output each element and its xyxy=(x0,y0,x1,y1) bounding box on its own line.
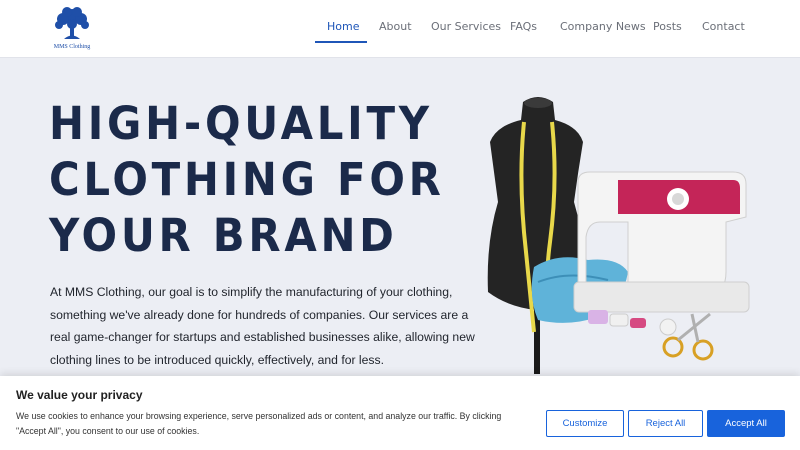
cookie-consent-banner: We value your privacy We use cookies to … xyxy=(0,376,800,450)
reject-all-button[interactable]: Reject All xyxy=(628,410,703,437)
nav-home[interactable]: Home xyxy=(327,20,359,33)
cookie-description: We use cookies to enhance your browsing … xyxy=(16,411,502,436)
nav-our-services[interactable]: Our Services xyxy=(431,20,501,33)
site-header: MMS Clothing Home About Our Services FAQ… xyxy=(0,0,800,58)
nav-company-news[interactable]: Company News xyxy=(560,20,646,33)
nav-faqs[interactable]: FAQs xyxy=(510,20,537,33)
hero-description: At MMS Clothing, our goal is to simplify… xyxy=(50,285,475,367)
hero-title: HIGH-QUALITY CLOTHING FOR YOUR BRAND xyxy=(49,96,445,264)
site-logo[interactable]: MMS Clothing xyxy=(47,6,97,54)
active-nav-indicator xyxy=(315,41,367,43)
tree-logo-icon xyxy=(55,7,89,39)
customize-button[interactable]: Customize xyxy=(546,410,624,437)
hero-title-line-1: HIGH-QUALITY xyxy=(49,97,433,150)
hero-title-line-2: CLOTHING FOR xyxy=(49,153,445,206)
cookie-title: We value your privacy xyxy=(16,388,143,402)
hero-title-line-3: YOUR BRAND xyxy=(49,209,398,262)
nav-posts[interactable]: Posts xyxy=(653,20,682,33)
mannequin-sewing-machine-image xyxy=(478,92,753,374)
nav-about[interactable]: About xyxy=(379,20,412,33)
logo-text: MMS Clothing xyxy=(53,44,91,50)
nav-contact[interactable]: Contact xyxy=(702,20,745,33)
accept-all-button[interactable]: Accept All xyxy=(707,410,785,437)
